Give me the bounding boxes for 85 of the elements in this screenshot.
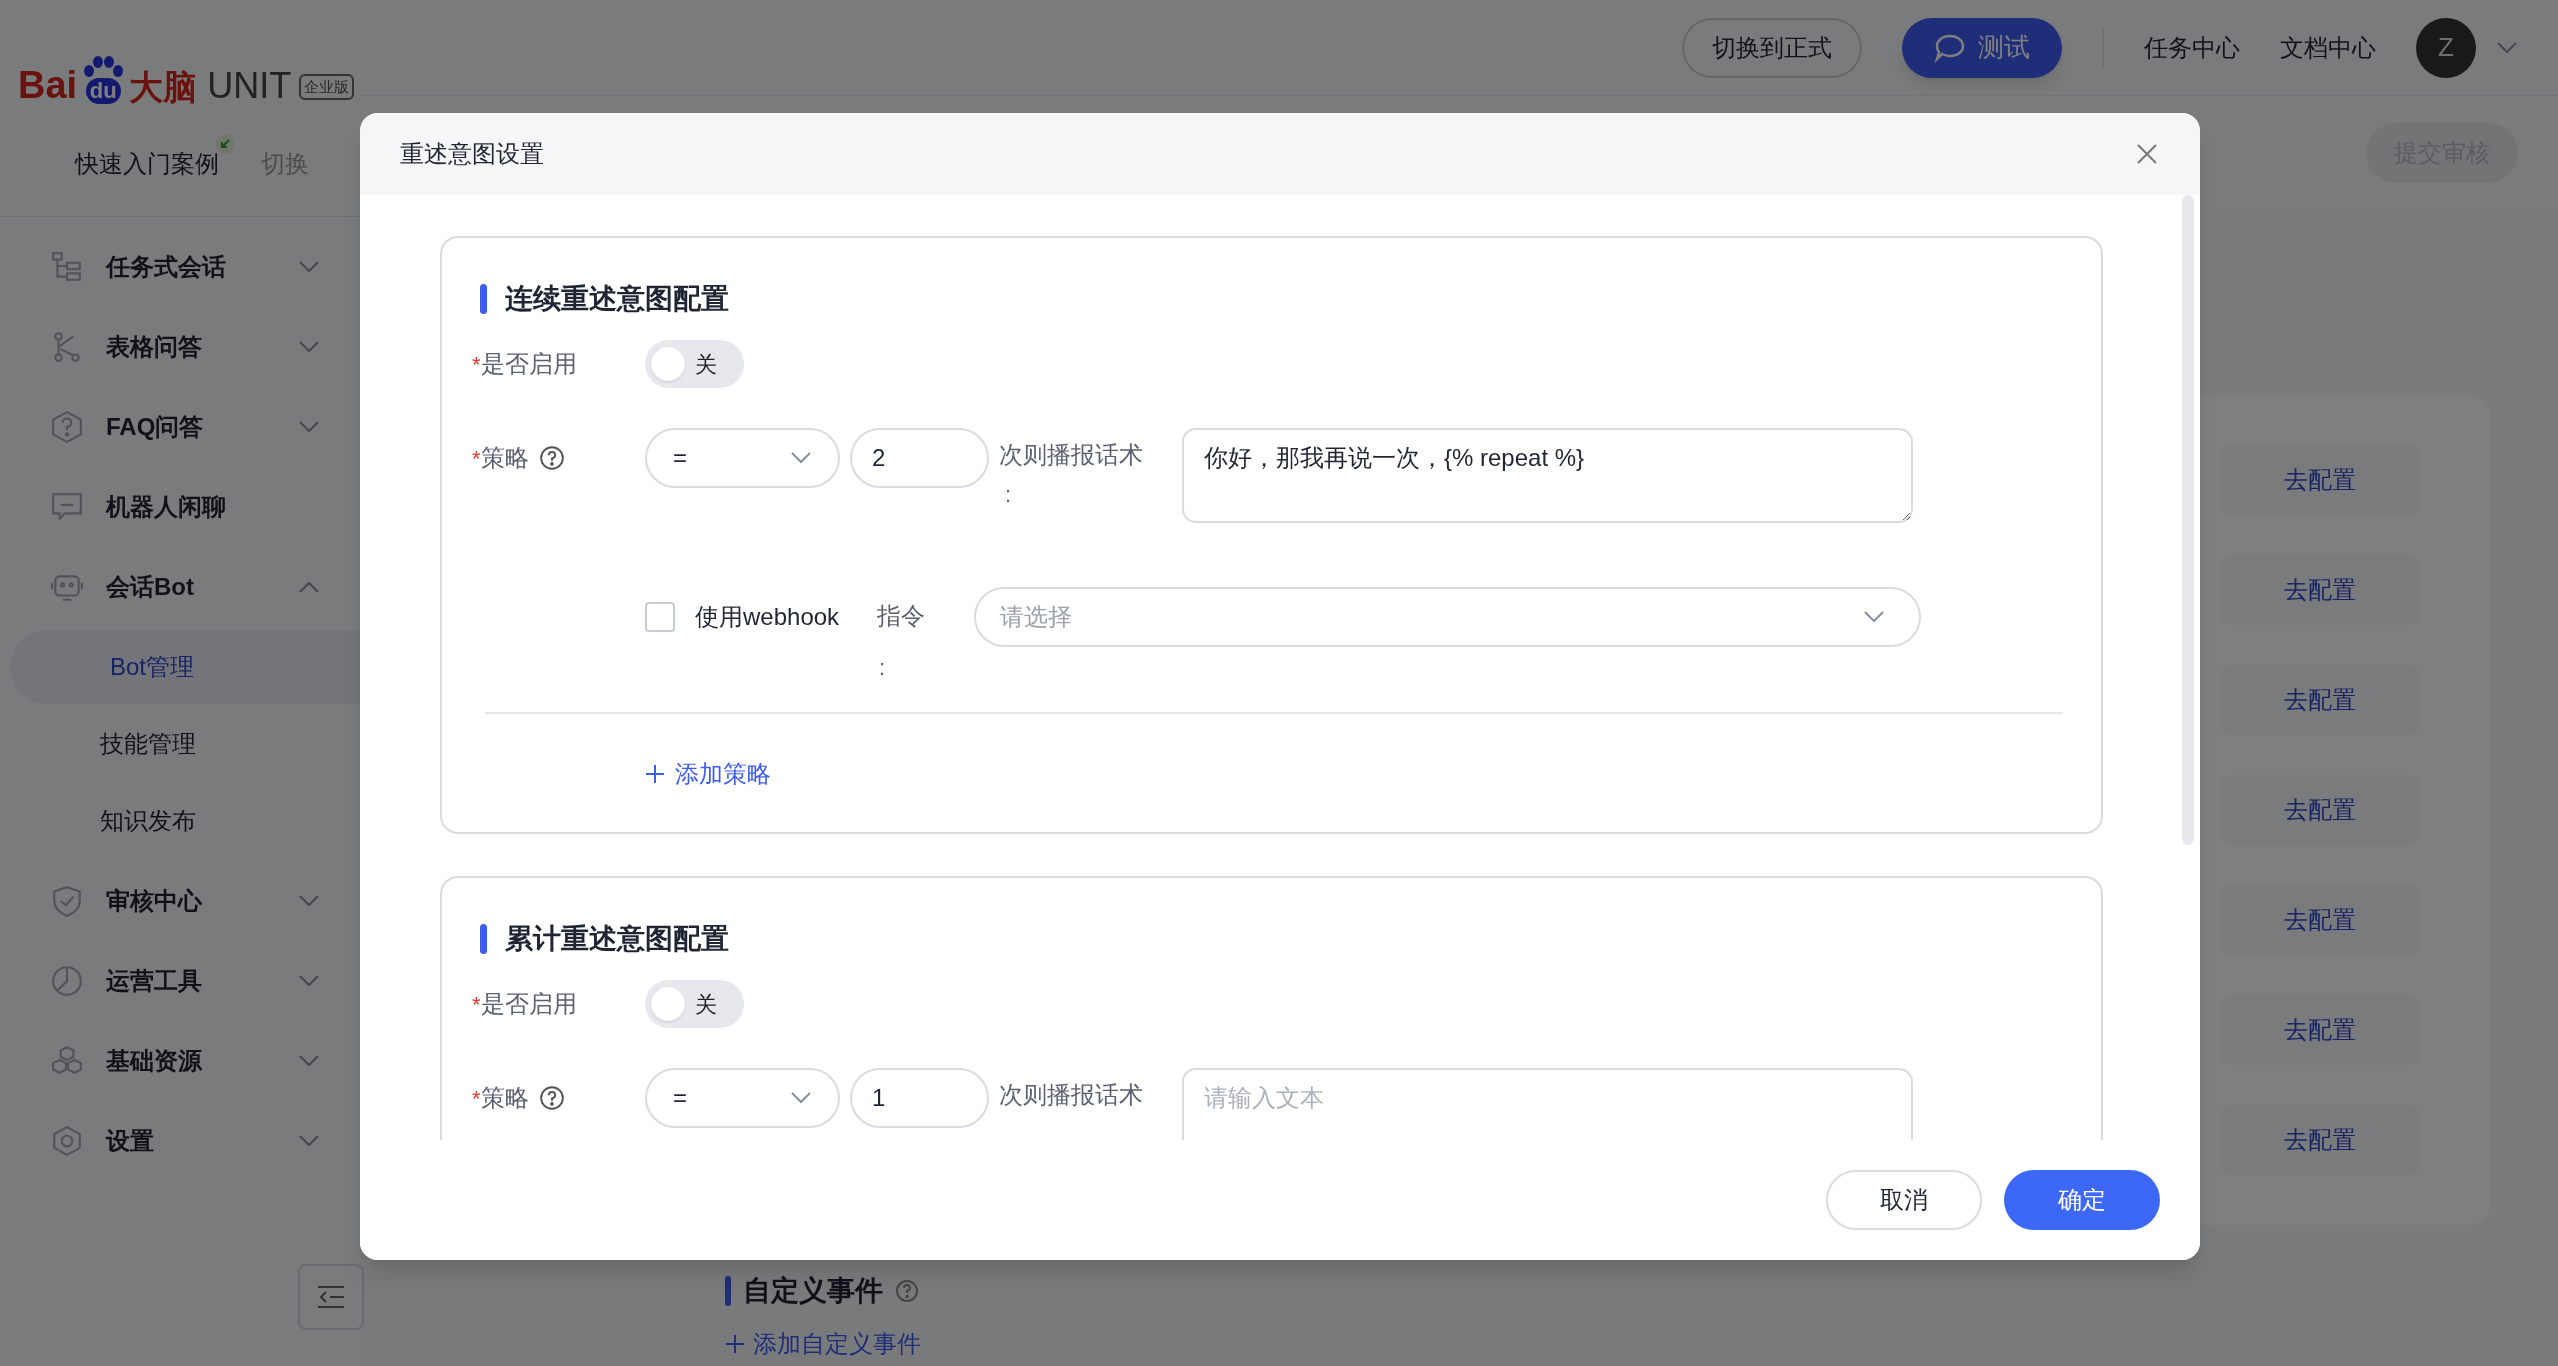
configure-link[interactable]: 去配置 (2220, 555, 2420, 625)
sidebar-item[interactable]: 任务式会话 (0, 227, 360, 307)
pie-chart-icon (50, 964, 84, 998)
command-select[interactable]: 请选择 (974, 587, 1922, 647)
sidebar-subitem[interactable]: Bot管理 (10, 630, 360, 704)
scrollbar[interactable] (2182, 195, 2194, 845)
collapse-icon (316, 1285, 346, 1309)
accent-bar (725, 1276, 731, 1306)
chevron-down-icon (2496, 40, 2518, 55)
configure-link[interactable]: 去配置 (2220, 445, 2420, 515)
accent-bar (480, 284, 487, 314)
sidebar-subitem[interactable]: 知识发布 (0, 784, 360, 858)
modal-title: 重述意图设置 (400, 139, 544, 169)
label-colon: : (878, 654, 886, 682)
close-button[interactable] (2136, 142, 2160, 166)
close-icon (2136, 143, 2158, 165)
field-label: 是否启用 (480, 349, 577, 379)
tree-icon (50, 250, 84, 284)
field-label: 指令 (877, 601, 927, 631)
logo-text: Bai (18, 66, 78, 104)
required-mark: * (472, 444, 481, 473)
nav-link[interactable]: 文档中心 (2280, 29, 2376, 66)
shield-check-icon (50, 884, 84, 918)
chat-bubble-icon (1934, 32, 1966, 63)
sidebar-item[interactable]: 表格问答 (0, 307, 360, 387)
paw-icon (81, 56, 126, 78)
count-input[interactable]: 2 (850, 428, 989, 488)
logo-text: 大脑 (129, 70, 198, 104)
checkbox-label: 使用webhook (695, 602, 840, 632)
product-name: UNIT (207, 68, 292, 104)
logo-text: du (85, 78, 121, 104)
required-mark: * (472, 990, 481, 1019)
settings-icon (50, 1124, 84, 1158)
sidebar-item[interactable]: 审核中心 (0, 861, 360, 941)
collapse-sidebar-button[interactable] (298, 1264, 364, 1330)
operator-select[interactable]: = (645, 1068, 840, 1128)
section-title: 累计重述意图配置 (505, 922, 729, 956)
count-input[interactable]: 1 (850, 1068, 989, 1128)
field-label: 策略 (480, 1083, 529, 1113)
configure-link[interactable]: 去配置 (2220, 665, 2420, 735)
question-hexagon-icon (50, 410, 84, 444)
project-name[interactable]: 快速入门案例 (75, 146, 219, 182)
help-icon (538, 1085, 565, 1111)
configure-link[interactable]: 去配置 (2220, 1105, 2420, 1175)
configure-link[interactable]: 去配置 (2220, 775, 2420, 845)
section-title: 连续重述意图配置 (505, 282, 729, 316)
field-label: 策略 (480, 443, 529, 473)
field-label: 次则播报话术 (999, 1080, 1144, 1110)
help-icon (895, 1279, 919, 1303)
avatar[interactable]: Z (2416, 17, 2476, 78)
sidebar-item[interactable]: 设置 (0, 1101, 360, 1181)
accent-bar (480, 924, 487, 954)
help-icon (538, 445, 565, 471)
chevron-down-icon (1863, 610, 1886, 624)
required-mark: * (472, 1084, 481, 1113)
confirm-button[interactable]: 确定 (2004, 1170, 2160, 1230)
toggle-switch[interactable]: 关 (645, 340, 744, 388)
edition-badge: 企业版 (299, 74, 355, 100)
sidebar-item[interactable]: 会话Bot (0, 547, 360, 627)
sidebar-item[interactable]: FAQ问答 (0, 387, 360, 467)
nav-link[interactable]: 任务中心 (2144, 29, 2240, 66)
section-title: 自定义事件 (743, 1274, 883, 1308)
reply-textarea[interactable]: 你好，那我再说一次，{% repeat %} (1182, 428, 1913, 523)
switch-button[interactable]: 切换到正式 (1682, 17, 1862, 78)
add-event-link[interactable]: 添加自定义事件 (725, 1326, 921, 1362)
label-colon: : (1004, 481, 1012, 509)
sidebar-item[interactable]: 运营工具 (0, 941, 360, 1021)
checkbox[interactable] (645, 602, 675, 632)
operator-select[interactable]: = (645, 428, 840, 488)
cancel-button[interactable]: 取消 (1826, 1170, 1982, 1230)
chevron-down-icon (790, 451, 812, 465)
sidebar-item[interactable]: 基础资源 (0, 1021, 360, 1101)
field-label: 是否启用 (480, 989, 577, 1019)
sidebar-subitem[interactable]: 技能管理 (0, 707, 360, 781)
plus-icon (725, 1334, 745, 1354)
required-mark: * (472, 350, 481, 379)
test-button[interactable]: 测试 (1902, 17, 2062, 78)
plus-icon (645, 764, 665, 784)
configure-link[interactable]: 去配置 (2220, 885, 2420, 955)
chevron-down-icon (790, 1091, 812, 1105)
toggle-switch[interactable]: 关 (645, 980, 744, 1028)
field-label: 次则播报话术 (999, 440, 1144, 470)
add-strategy-link[interactable]: 添加策略 (645, 756, 771, 792)
configure-link[interactable]: 去配置 (2220, 995, 2420, 1065)
sidebar-item[interactable]: 机器人闲聊 (0, 467, 360, 547)
